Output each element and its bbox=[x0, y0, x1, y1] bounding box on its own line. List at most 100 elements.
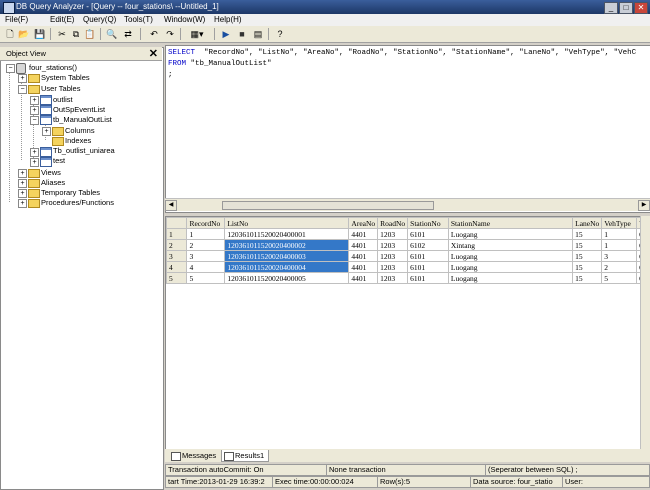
tree-item-tb-manualoutlist[interactable]: tb_ManualOutList bbox=[53, 115, 112, 124]
menu-tools[interactable]: Tools(T) bbox=[124, 15, 153, 24]
table-cell[interactable]: 1 bbox=[187, 229, 225, 240]
undo-icon[interactable]: ↶ bbox=[148, 28, 160, 40]
open-folder-icon[interactable]: 📂 bbox=[18, 28, 30, 40]
tree-item-temporary-tables[interactable]: Temporary Tables bbox=[41, 188, 100, 197]
table-cell[interactable]: 6101 bbox=[408, 229, 449, 240]
column-header[interactable]: RoadNo bbox=[378, 218, 408, 229]
sql-editor[interactable]: SELECT "RecordNo", "ListNo", "AreaNo", "… bbox=[165, 45, 650, 213]
table-cell[interactable]: 4401 bbox=[349, 251, 378, 262]
tree-item-root[interactable]: four_stations() bbox=[29, 63, 77, 72]
minimize-button[interactable]: _ bbox=[604, 2, 618, 14]
tree-item-tb-outlist-uniarea[interactable]: Tb_outlist_uniarea bbox=[53, 146, 115, 155]
table-cell[interactable]: 4401 bbox=[349, 273, 378, 284]
tree-item-procedures[interactable]: Procedures/Functions bbox=[41, 198, 114, 207]
column-header[interactable] bbox=[167, 218, 187, 229]
row-number-cell[interactable]: 4 bbox=[167, 262, 187, 273]
maximize-button[interactable]: □ bbox=[619, 2, 633, 14]
column-header[interactable]: StationName bbox=[448, 218, 572, 229]
tree-item-aliases[interactable]: Aliases bbox=[41, 178, 65, 187]
tree-expand-columns[interactable]: + bbox=[42, 127, 51, 136]
tree-item-views[interactable]: Views bbox=[41, 168, 61, 177]
table-cell[interactable]: 3 bbox=[187, 251, 225, 262]
column-header[interactable]: ListNo bbox=[225, 218, 349, 229]
table-cell[interactable]: 120361011520020400003 bbox=[225, 251, 349, 262]
table-cell[interactable]: Luogang bbox=[448, 273, 572, 284]
row-number-cell[interactable]: 5 bbox=[167, 273, 187, 284]
copy-icon[interactable]: ⧉ bbox=[70, 28, 82, 40]
table-cell[interactable]: 1203 bbox=[378, 251, 408, 262]
tree-collapse-root[interactable]: − bbox=[6, 64, 15, 73]
column-header[interactable]: StationNo bbox=[408, 218, 449, 229]
table-cell[interactable]: 6101 bbox=[408, 251, 449, 262]
table-row[interactable]: 22120361011520020400002440112036102Xinta… bbox=[167, 240, 650, 251]
tree-item-system-tables[interactable]: System Tables bbox=[41, 73, 90, 82]
table-cell[interactable]: Luogang bbox=[448, 262, 572, 273]
new-file-icon[interactable]: 🗋 bbox=[4, 28, 16, 40]
close-button[interactable]: ✕ bbox=[634, 2, 648, 14]
scroll-left-icon[interactable]: ◀ bbox=[165, 200, 177, 211]
table-cell[interactable]: 4401 bbox=[349, 229, 378, 240]
tree-expand-outlist[interactable]: + bbox=[30, 96, 39, 105]
tree-item-test[interactable]: test bbox=[53, 156, 65, 165]
table-cell[interactable]: 6102 bbox=[408, 240, 449, 251]
table-cell[interactable]: 15 bbox=[573, 251, 602, 262]
table-cell[interactable]: 120361011520020400004 bbox=[225, 262, 349, 273]
table-cell[interactable]: 120361011520020400002 bbox=[225, 240, 349, 251]
table-cell[interactable]: 120361011520020400005 bbox=[225, 273, 349, 284]
scroll-right-icon[interactable]: ▶ bbox=[638, 200, 650, 211]
tree-expand-procedures[interactable]: + bbox=[18, 199, 27, 208]
table-cell[interactable]: 6101 bbox=[408, 262, 449, 273]
table-cell[interactable]: 15 bbox=[573, 229, 602, 240]
table-cell[interactable]: 1203 bbox=[378, 262, 408, 273]
tree-item-user-tables[interactable]: User Tables bbox=[41, 84, 80, 93]
menu-edit[interactable]: Edit(E) bbox=[50, 15, 74, 24]
table-row[interactable]: 44120361011520020400004440112036101Luoga… bbox=[167, 262, 650, 273]
tree-expand-test[interactable]: + bbox=[30, 158, 39, 167]
menu-query[interactable]: Query(Q) bbox=[83, 15, 116, 24]
replace-icon[interactable]: ⇄ bbox=[122, 28, 134, 40]
table-cell[interactable]: 5 bbox=[602, 273, 637, 284]
help-icon[interactable]: ? bbox=[274, 28, 286, 40]
table-cell[interactable]: 120361011520020400001 bbox=[225, 229, 349, 240]
tree-collapse-tb-manualoutlist[interactable]: − bbox=[30, 116, 39, 125]
table-cell[interactable]: 1203 bbox=[378, 240, 408, 251]
tree-expand-outspeventlist[interactable]: + bbox=[30, 106, 39, 115]
grid-mode-icon[interactable]: ▦▾ bbox=[186, 28, 208, 40]
results-vertical-scrollbar[interactable] bbox=[640, 216, 650, 449]
table-cell[interactable]: 1 bbox=[602, 240, 637, 251]
redo-icon[interactable]: ↷ bbox=[164, 28, 176, 40]
cut-icon[interactable]: ✂ bbox=[56, 28, 68, 40]
table-cell[interactable]: 1203 bbox=[378, 273, 408, 284]
menu-help[interactable]: Help(H) bbox=[214, 15, 242, 24]
tree-expand-tb-outlist-uniarea[interactable]: + bbox=[30, 148, 39, 157]
column-header[interactable]: VehType bbox=[602, 218, 637, 229]
menu-file[interactable]: File(F) bbox=[5, 15, 28, 24]
table-cell[interactable]: 6101 bbox=[408, 273, 449, 284]
row-number-cell[interactable]: 1 bbox=[167, 229, 187, 240]
tree-expand-temporary-tables[interactable]: + bbox=[18, 189, 27, 198]
table-row[interactable]: 11120361011520020400001440112036101Luoga… bbox=[167, 229, 650, 240]
table-cell[interactable]: 4401 bbox=[349, 262, 378, 273]
tree-item-columns[interactable]: Columns bbox=[65, 126, 95, 135]
menu-window[interactable]: Window(W) bbox=[164, 15, 205, 24]
table-row[interactable]: 55120361011520020400005440112036101Luoga… bbox=[167, 273, 650, 284]
row-number-cell[interactable]: 2 bbox=[167, 240, 187, 251]
tree-collapse-user-tables[interactable]: − bbox=[18, 85, 27, 94]
column-header[interactable]: AreaNo bbox=[349, 218, 378, 229]
execute-icon[interactable]: ▶ bbox=[220, 28, 232, 40]
tree-expand-aliases[interactable]: + bbox=[18, 179, 27, 188]
table-cell[interactable]: 4 bbox=[187, 262, 225, 273]
tab-messages[interactable]: Messages bbox=[169, 450, 220, 461]
table-cell[interactable]: 15 bbox=[573, 262, 602, 273]
table-cell[interactable]: Luogang bbox=[448, 229, 572, 240]
paste-icon[interactable]: 📋 bbox=[84, 28, 96, 40]
table-cell[interactable]: 4401 bbox=[349, 240, 378, 251]
object-view-close-icon[interactable]: ✕ bbox=[149, 47, 158, 60]
table-cell[interactable]: 5 bbox=[187, 273, 225, 284]
table-cell[interactable]: 1 bbox=[602, 229, 637, 240]
tree-item-outspeventlist[interactable]: OutSpEventList bbox=[53, 105, 105, 114]
column-header[interactable]: RecordNo bbox=[187, 218, 225, 229]
table-row[interactable]: 33120361011520020400003440112036101Luoga… bbox=[167, 251, 650, 262]
tree-expand-system-tables[interactable]: + bbox=[18, 74, 27, 83]
table-cell[interactable]: 2 bbox=[602, 262, 637, 273]
